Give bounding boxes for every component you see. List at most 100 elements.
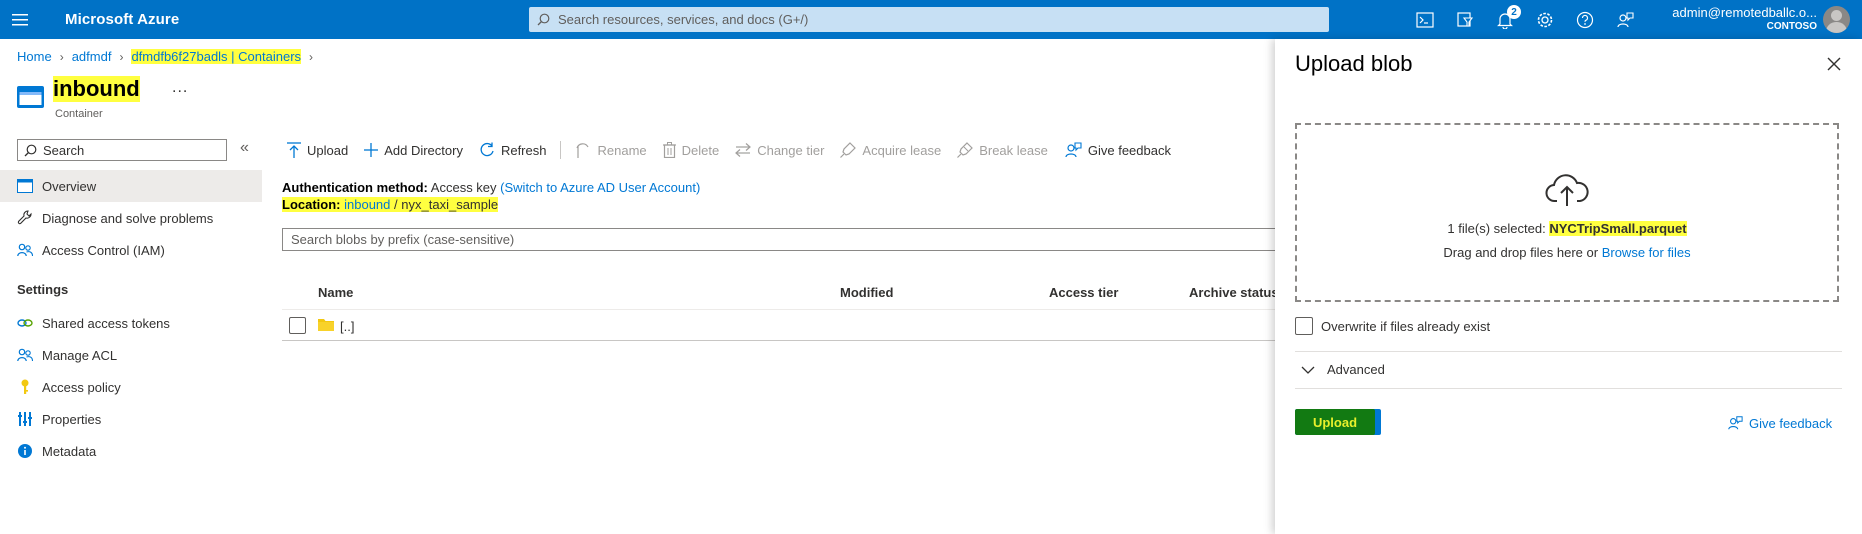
break-lease-button[interactable]: Break lease <box>957 142 1048 158</box>
upload-icon <box>287 142 301 158</box>
directory-filter-icon[interactable] <box>1445 0 1485 39</box>
upload-submit-label: Upload <box>1312 414 1358 430</box>
blob-prefix-search-input[interactable]: Search blobs by prefix (case-sensitive) <box>282 228 1282 251</box>
feedback-icon <box>1065 142 1082 158</box>
more-options-button[interactable]: ... <box>172 79 188 97</box>
chevron-down-icon <box>1301 366 1315 374</box>
panel-give-feedback-link[interactable]: Give feedback <box>1727 415 1832 431</box>
breadcrumb-factory[interactable]: adfmdf <box>72 49 112 64</box>
page-subtitle: Container <box>55 108 103 120</box>
sliders-icon <box>17 411 33 427</box>
upload-submit-button[interactable]: Upload <box>1295 409 1381 435</box>
drag-drop-line: Drag and drop files here or Browse for f… <box>1297 245 1837 260</box>
sidebar-item-overview[interactable]: Overview <box>0 170 262 202</box>
overwrite-checkbox[interactable] <box>1295 317 1313 335</box>
location-line: Location: inbound / nyx_taxi_sample <box>282 197 499 212</box>
overwrite-label: Overwrite if files already exist <box>1321 318 1491 334</box>
page-title: inbound <box>53 76 140 102</box>
sidebar-item-manage-acl[interactable]: Manage ACL <box>0 339 262 371</box>
acquire-lease-label: Acquire lease <box>862 142 942 158</box>
toolbar-divider <box>560 141 562 159</box>
column-header-archive-status[interactable]: Archive status <box>1189 285 1279 300</box>
add-directory-button[interactable]: Add Directory <box>364 143 463 158</box>
account-menu[interactable]: admin@remotedballc.o... CONTOSO <box>1640 5 1817 32</box>
people-icon <box>17 242 33 258</box>
auth-method-line: Authentication method: Access key (Switc… <box>282 180 700 195</box>
settings-section-heading: Settings <box>17 282 69 297</box>
panel-title: Upload blob <box>1295 51 1413 76</box>
key-icon <box>17 379 33 395</box>
upload-blob-panel: Upload blob 1 file(s) selected: NYCTripS… <box>1275 39 1862 534</box>
breadcrumb-home[interactable]: Home <box>17 49 52 64</box>
sidebar-item-metadata[interactable]: Metadata <box>0 435 262 467</box>
row-name[interactable]: [..] <box>340 319 354 334</box>
upload-button[interactable]: Upload <box>287 142 348 158</box>
collapse-sidebar-button[interactable]: « <box>240 139 249 157</box>
sidebar-item-shared-access-tokens[interactable]: Shared access tokens <box>0 307 262 339</box>
files-selected-text: 1 file(s) selected: NYCTripSmall.parquet <box>1297 221 1837 236</box>
panel-divider <box>1295 388 1842 389</box>
sidebar-item-label: Access Control (IAM) <box>42 242 165 258</box>
refresh-label: Refresh <box>500 142 547 158</box>
folder-icon <box>318 319 334 331</box>
switch-auth-link[interactable]: (Switch to Azure AD User Account) <box>500 180 700 195</box>
panel-give-feedback-label: Give feedback <box>1749 415 1833 431</box>
table-row[interactable]: [..] <box>282 310 1282 341</box>
sidebar-item-label: Diagnose and solve problems <box>42 210 214 226</box>
advanced-section-toggle[interactable]: Advanced <box>1301 362 1385 377</box>
wrench-icon <box>17 210 33 226</box>
file-drop-zone[interactable]: 1 file(s) selected: NYCTripSmall.parquet… <box>1295 123 1839 302</box>
menu-icon[interactable] <box>0 0 40 39</box>
cloud-upload-icon <box>1545 174 1589 206</box>
location-label: Location: <box>282 197 341 212</box>
info-icon <box>17 443 33 459</box>
brand-title[interactable]: Microsoft Azure <box>65 11 179 28</box>
cloud-shell-icon[interactable] <box>1405 0 1445 39</box>
location-container-link[interactable]: inbound <box>344 197 391 212</box>
refresh-button[interactable]: Refresh <box>479 142 547 158</box>
chevron-right-icon: › <box>309 49 314 64</box>
sidebar-item-label: Metadata <box>42 443 97 459</box>
breadcrumb-storage-containers[interactable]: dfmdfb6f27badls | Containers <box>131 49 302 64</box>
avatar[interactable] <box>1823 6 1850 33</box>
location-folder: nyx_taxi_sample <box>401 197 499 212</box>
account-tenant: CONTOSO <box>1766 21 1817 32</box>
acquire-lease-button[interactable]: Acquire lease <box>840 142 941 158</box>
sidebar-item-diagnose[interactable]: Diagnose and solve problems <box>0 202 262 234</box>
command-toolbar: Upload Add Directory Refresh Rename Dele… <box>287 138 1187 162</box>
notifications-bell-icon[interactable]: 2 <box>1485 0 1525 39</box>
files-selected-prefix: 1 file(s) selected: <box>1447 221 1546 236</box>
add-directory-label: Add Directory <box>384 142 463 158</box>
feedback-icon <box>1728 416 1743 430</box>
break-lease-icon <box>957 142 974 158</box>
delete-button[interactable]: Delete <box>662 142 720 158</box>
settings-gear-icon[interactable] <box>1525 0 1565 39</box>
column-header-access-tier[interactable]: Access tier <box>1049 285 1118 300</box>
container-icon <box>17 86 44 108</box>
delete-label: Delete <box>681 142 720 158</box>
column-header-modified[interactable]: Modified <box>840 285 893 300</box>
rename-button[interactable]: Rename <box>575 142 647 158</box>
global-search-input[interactable]: Search resources, services, and docs (G+… <box>529 7 1329 32</box>
sidebar-item-label: Shared access tokens <box>42 315 170 331</box>
sidebar-item-properties[interactable]: Properties <box>0 403 262 435</box>
sidebar-item-access-policy[interactable]: Access policy <box>0 371 262 403</box>
column-header-name[interactable]: Name <box>318 285 353 300</box>
auth-method-value: Access key <box>430 180 497 195</box>
change-tier-button[interactable]: Change tier <box>735 143 824 158</box>
people-icon <box>17 347 33 363</box>
feedback-icon[interactable] <box>1605 0 1645 39</box>
row-checkbox[interactable] <box>289 317 306 334</box>
drag-drop-text: Drag and drop files here <box>1443 245 1583 260</box>
search-icon <box>24 144 37 156</box>
close-icon[interactable] <box>1822 52 1846 76</box>
help-question-icon[interactable] <box>1565 0 1605 39</box>
browse-files-link[interactable]: Browse for files <box>1602 245 1691 260</box>
overwrite-option[interactable]: Overwrite if files already exist <box>1295 317 1490 335</box>
sidebar-item-access-control[interactable]: Access Control (IAM) <box>0 234 262 266</box>
give-feedback-button[interactable]: Give feedback <box>1064 141 1171 159</box>
sidebar-search-placeholder: Search <box>43 142 85 158</box>
sidebar-search-input[interactable]: Search <box>17 139 227 161</box>
refresh-icon <box>480 142 494 157</box>
advanced-label: Advanced <box>1327 362 1385 377</box>
